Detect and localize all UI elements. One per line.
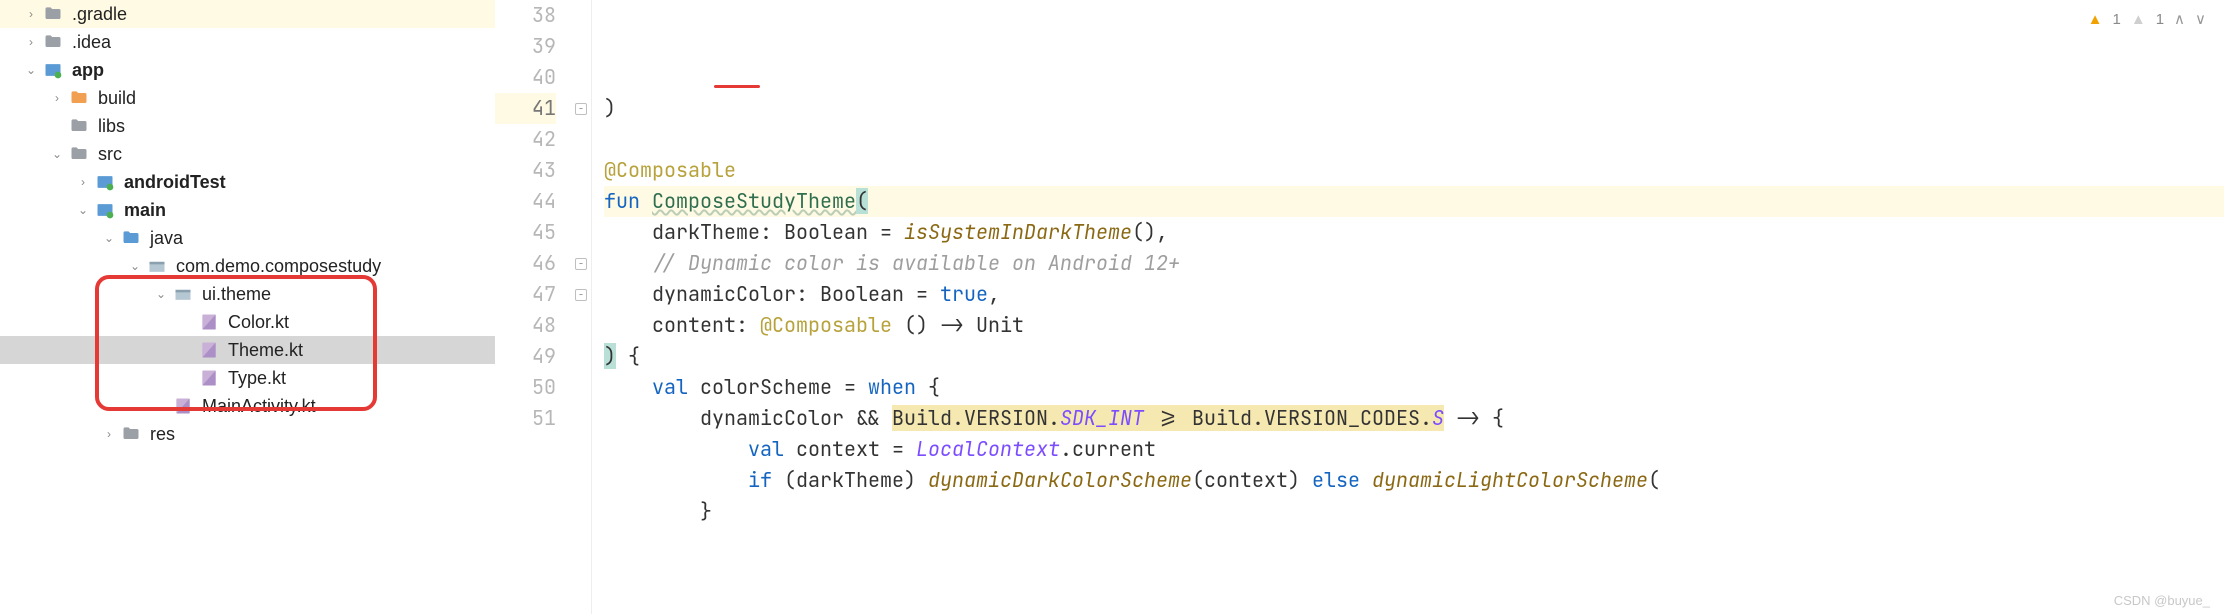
line-number[interactable]: 43 [495, 155, 556, 186]
line-number[interactable]: 49 [495, 341, 556, 372]
line-number[interactable]: 44 [495, 186, 556, 217]
folder-gray-icon [42, 31, 64, 53]
kt-file-icon [198, 367, 220, 389]
line-number[interactable]: 42 [495, 124, 556, 155]
tree-row[interactable]: libs [0, 112, 495, 140]
fold-gutter[interactable]: − − − [572, 0, 592, 614]
tree-row[interactable]: ⌄ ui.theme [0, 280, 495, 308]
line-number[interactable]: 38 [495, 0, 556, 31]
code-line[interactable]: ) [604, 93, 2224, 124]
tree-label: main [124, 200, 166, 221]
tree-row[interactable]: › build [0, 84, 495, 112]
code-line[interactable] [604, 124, 2224, 155]
package-icon [146, 255, 168, 277]
line-number[interactable]: 45 [495, 217, 556, 248]
chevron-right-icon[interactable]: › [22, 5, 40, 23]
code-line[interactable]: darkTheme: Boolean = isSystemInDarkTheme… [604, 217, 2224, 248]
tree-row[interactable]: ⌄ com.demo.composestudy [0, 252, 495, 280]
tree-row[interactable]: › res [0, 420, 495, 448]
tree-label: Type.kt [228, 368, 286, 389]
chevron-down-icon[interactable]: ⌄ [126, 257, 144, 275]
tree-row[interactable]: ⌄ app [0, 56, 495, 84]
tree-label: Color.kt [228, 312, 289, 333]
tree-label: ui.theme [202, 284, 271, 305]
chevron-down-icon[interactable]: ⌄ [48, 145, 66, 163]
code-line[interactable]: content: @Composable () -> Unit [604, 310, 2224, 341]
tree-label: build [98, 88, 136, 109]
folder-gray-icon [120, 423, 142, 445]
fold-toggle-icon[interactable]: − [575, 258, 587, 270]
line-number[interactable]: 39 [495, 31, 556, 62]
line-number[interactable]: 50 [495, 372, 556, 403]
editor-panel: ▲ 1 ▲ 1 ∧ ∨ 3839404142434445464748495051… [495, 0, 2224, 614]
folder-gray-icon [68, 143, 90, 165]
module-icon [42, 59, 64, 81]
tree-label: libs [98, 116, 125, 137]
folder-blue-icon [120, 227, 142, 249]
line-number[interactable]: 47 [495, 279, 556, 310]
code-line[interactable]: val colorScheme = when { [604, 372, 2224, 403]
chevron-down-icon[interactable]: ⌄ [152, 285, 170, 303]
line-number-gutter[interactable]: 3839404142434445464748495051 [495, 0, 572, 614]
tree-row[interactable]: › .idea [0, 28, 495, 56]
tree-row[interactable]: Color.kt [0, 308, 495, 336]
tree-row[interactable]: MainActivity.kt [0, 392, 495, 420]
code-line[interactable]: val context = LocalContext.current [604, 434, 2224, 465]
line-number[interactable]: 51 [495, 403, 556, 434]
code-line[interactable]: dynamicColor: Boolean = true, [604, 279, 2224, 310]
project-tree-panel: › .gradle › .idea ⌄ app › build libs ⌄ src › android… [0, 0, 495, 614]
kt-file-icon [172, 395, 194, 417]
code-line[interactable]: // Dynamic color is available on Android… [604, 248, 2224, 279]
tree-label: .idea [72, 32, 111, 53]
module-icon [94, 171, 116, 193]
folder-gray-icon [68, 115, 90, 137]
fold-toggle-icon[interactable]: − [575, 103, 587, 115]
chevron-right-icon[interactable]: › [74, 173, 92, 191]
code-line[interactable]: ) { [604, 341, 2224, 372]
chevron-right-icon[interactable]: › [22, 33, 40, 51]
tree-label: java [150, 228, 183, 249]
tree-label: androidTest [124, 172, 226, 193]
tree-row[interactable]: Type.kt [0, 364, 495, 392]
chevron-down-icon[interactable]: ⌄ [100, 229, 118, 247]
module-icon [94, 199, 116, 221]
tree-label: src [98, 144, 122, 165]
line-number[interactable]: 41 [495, 93, 556, 124]
tree-row[interactable]: › .gradle [0, 0, 495, 28]
line-number[interactable]: 48 [495, 310, 556, 341]
annotation-underline [714, 85, 760, 88]
folder-orange-icon [68, 87, 90, 109]
tree-row[interactable]: ⌄ src [0, 140, 495, 168]
code-line[interactable]: dynamicColor && Build.VERSION.SDK_INT >=… [604, 403, 2224, 434]
code-line[interactable]: if (darkTheme) dynamicDarkColorScheme(co… [604, 465, 2224, 496]
tree-row[interactable]: ⌄ java [0, 224, 495, 252]
code-line[interactable]: fun ComposeStudyTheme( [604, 186, 2224, 217]
tree-label: com.demo.composestudy [176, 256, 381, 277]
watermark: CSDN @buyue_ [2114, 593, 2210, 608]
folder-gray-icon [42, 3, 64, 25]
chevron-down-icon[interactable]: ⌄ [22, 61, 40, 79]
tree-label: res [150, 424, 175, 445]
tree-label: app [72, 60, 104, 81]
package-icon [172, 283, 194, 305]
tree-row[interactable]: › androidTest [0, 168, 495, 196]
code-editor[interactable]: ) @Composablefun ComposeStudyTheme( darkT… [592, 0, 2224, 614]
chevron-right-icon[interactable]: › [48, 89, 66, 107]
tree-label: .gradle [72, 4, 127, 25]
line-number[interactable]: 40 [495, 62, 556, 93]
line-number[interactable]: 46 [495, 248, 556, 279]
tree-row[interactable]: ⌄ main [0, 196, 495, 224]
code-line[interactable]: } [604, 496, 2224, 527]
tree-label: Theme.kt [228, 340, 303, 361]
tree-row[interactable]: Theme.kt [0, 336, 495, 364]
tree-label: MainActivity.kt [202, 396, 316, 417]
fold-toggle-icon[interactable]: − [575, 289, 587, 301]
code-line[interactable]: @Composable [604, 155, 2224, 186]
kt-file-icon [198, 311, 220, 333]
kt-file-icon [198, 339, 220, 361]
chevron-right-icon[interactable]: › [100, 425, 118, 443]
chevron-down-icon[interactable]: ⌄ [74, 201, 92, 219]
